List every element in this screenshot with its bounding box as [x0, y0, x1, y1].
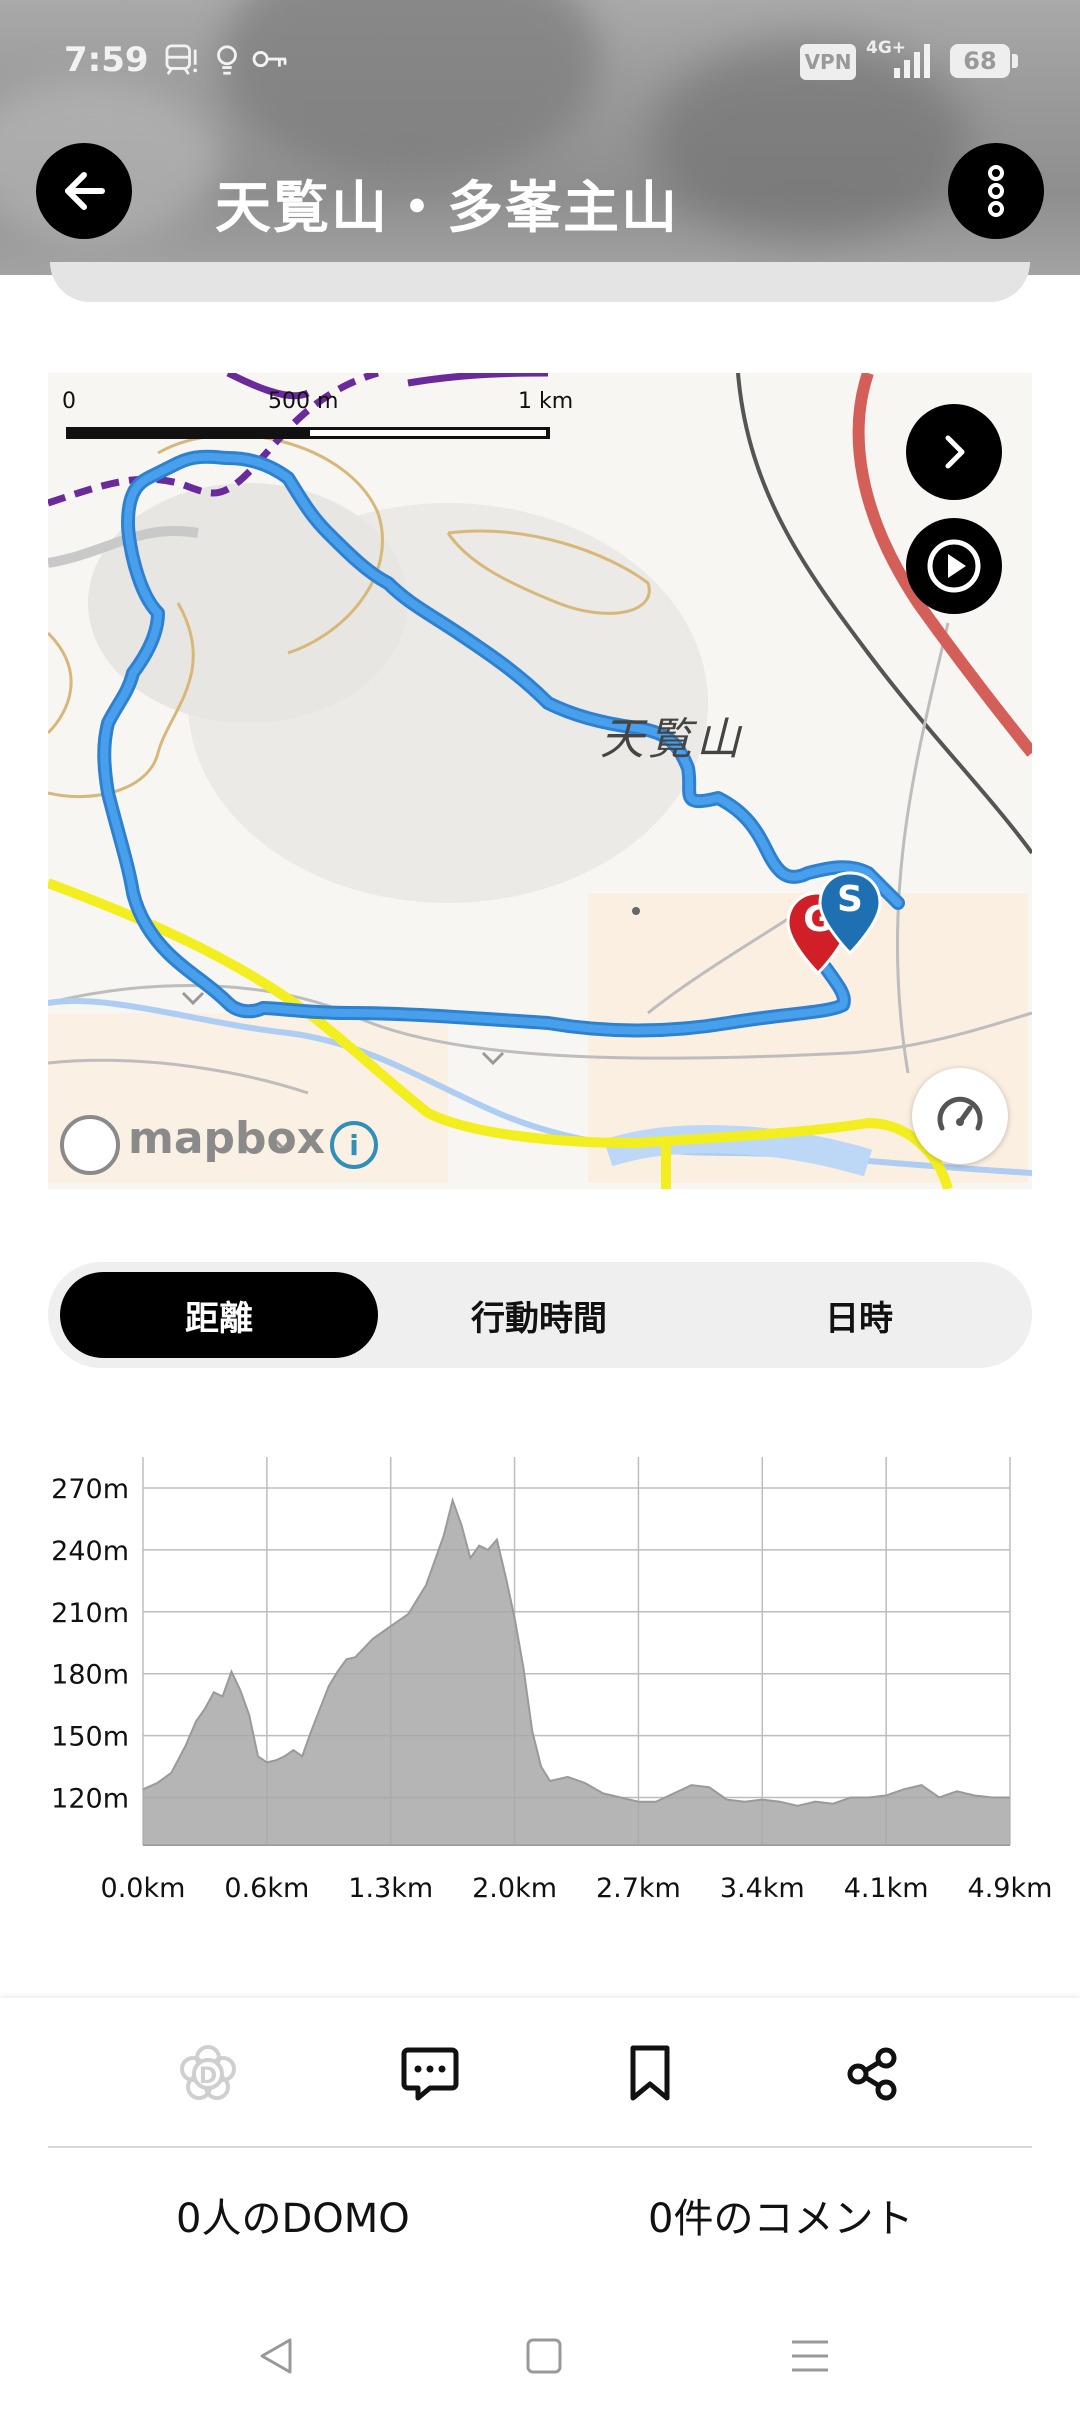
route-map[interactable]: 0 500 m 1 km 天覧山 G S mapbox i: [48, 373, 1032, 1189]
page-title: 天覧山・多峯主山: [215, 176, 679, 241]
domo-flower-icon: D: [180, 2045, 236, 2100]
action-divider: [48, 2146, 1032, 2148]
signal-icon: [894, 44, 930, 78]
mapbox-logo-icon: [60, 1115, 120, 1175]
arrow-left-icon: [65, 172, 105, 210]
train-icon: [165, 44, 198, 75]
nav-home-button[interactable]: [514, 2326, 574, 2386]
map-canvas: [48, 373, 1032, 1189]
x-tick-label: 0.6km: [224, 1873, 309, 1904]
comment-count[interactable]: 0件のコメント: [648, 2186, 913, 2244]
map-place-label: 天覧山: [600, 714, 744, 765]
nav-menu-icon: [792, 2340, 828, 2372]
domo-button[interactable]: D: [158, 2036, 258, 2112]
y-tick-label: 240m: [51, 1536, 129, 1567]
start-marker-label: S: [837, 879, 863, 920]
share-button[interactable]: [822, 2036, 922, 2112]
battery-indicator: 68: [950, 44, 1010, 78]
chart-mode-tabs: 距離 行動時間 日時: [48, 1262, 1032, 1368]
elevation-chart[interactable]: 270m 240m 210m 180m 150m 120m 0.0km 0.6km 1.3km…: [0, 1430, 1080, 1910]
nav-home-icon: [526, 2338, 562, 2374]
y-tick-label: 270m: [51, 1474, 129, 1505]
x-tick-label: 2.7km: [596, 1873, 681, 1904]
nav-menu-button[interactable]: [780, 2326, 840, 2386]
vpn-badge: VPN: [800, 44, 856, 80]
tab-datetime[interactable]: 日時: [700, 1272, 1018, 1358]
more-options-button[interactable]: [948, 143, 1044, 239]
map-play-button[interactable]: [906, 518, 1002, 614]
battery-tip: [1012, 54, 1018, 68]
tab-moving-time[interactable]: 行動時間: [380, 1272, 698, 1358]
header-sheet-edge: [50, 262, 1030, 302]
start-marker[interactable]: S: [818, 871, 882, 955]
play-circle-icon: [927, 539, 981, 593]
y-tick-label: 210m: [51, 1598, 129, 1629]
map-speed-button[interactable]: [912, 1068, 1008, 1164]
elevation-area: [143, 1500, 1010, 1845]
scale-label-1km: 1 km: [518, 389, 574, 414]
map-next-button[interactable]: [906, 404, 1002, 500]
x-tick-label: 4.9km: [968, 1873, 1053, 1904]
scale-label-500m: 500 m: [268, 389, 339, 414]
y-tick-label: 150m: [51, 1722, 129, 1753]
bookmark-icon: [630, 2045, 670, 2101]
x-tick-label: 2.0km: [472, 1873, 557, 1904]
y-tick-label: 120m: [51, 1784, 129, 1815]
comment-button[interactable]: [380, 2036, 480, 2112]
back-button[interactable]: [36, 143, 132, 239]
status-time: 7:59: [64, 40, 149, 80]
chevron-right-icon: [945, 435, 965, 469]
elevation-line: [142, 1496, 1010, 1807]
bulb-icon: [217, 45, 237, 75]
key-icon: [252, 51, 287, 68]
nav-back-icon: [260, 2338, 292, 2374]
x-tick-label: 1.3km: [348, 1873, 433, 1904]
x-tick-label: 3.4km: [720, 1873, 805, 1904]
bookmark-button[interactable]: [600, 2036, 700, 2112]
y-tick-label: 180m: [51, 1660, 129, 1691]
mapbox-attribution: mapbox: [128, 1113, 326, 1164]
info-icon[interactable]: i: [330, 1121, 378, 1169]
scale-label-0: 0: [62, 389, 76, 414]
tab-distance[interactable]: 距離: [60, 1272, 378, 1358]
svg-text:D: D: [199, 2064, 217, 2089]
speedometer-icon: [937, 1096, 983, 1131]
comment-icon: [401, 2047, 459, 2101]
x-tick-label: 0.0km: [101, 1873, 186, 1904]
domo-count[interactable]: 0人のDOMO: [176, 2186, 410, 2244]
more-vertical-icon: [988, 165, 1004, 217]
nav-back-button[interactable]: [246, 2326, 306, 2386]
share-icon: [847, 2047, 897, 2101]
x-tick-label: 4.1km: [844, 1873, 929, 1904]
